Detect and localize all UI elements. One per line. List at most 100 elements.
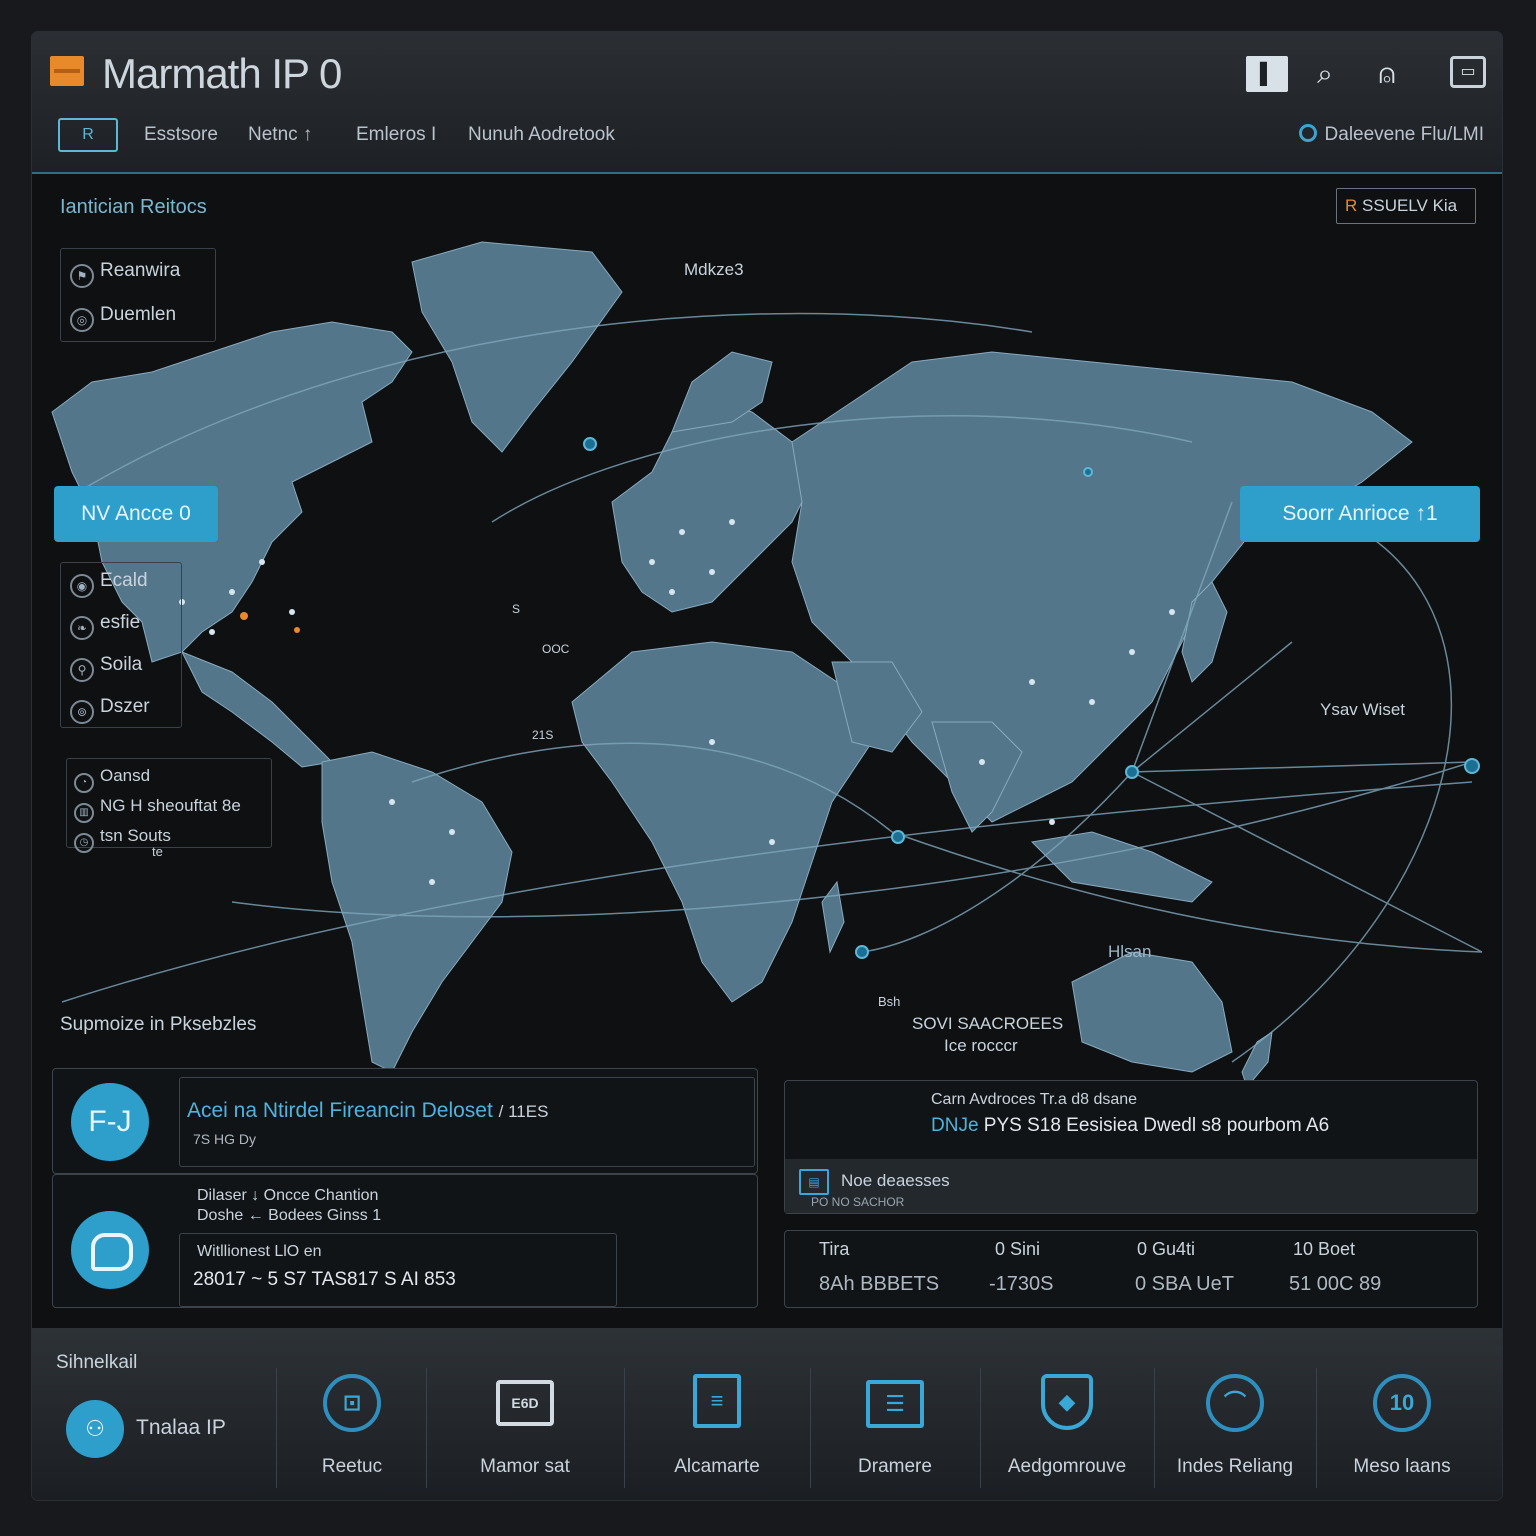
search-icon[interactable]: ⌕ [1304,56,1346,92]
madagascar-shape [821,880,845,954]
map-label-bottom-title: SOVI SAACROEES [912,1014,1064,1033]
greenland-shape [411,241,623,453]
tool-indes-reliang[interactable]: ⌒ Indes Reliang [1154,1368,1317,1488]
pin-icon: ⚲ [70,658,94,682]
map-label-bottom-sub: Ice rocccr [944,1036,1018,1055]
chart-icon: ⚇ [66,1400,124,1458]
lower-legend-suffix: te [152,844,163,859]
new-zealand-shape [1241,1030,1273,1082]
eye-icon: ◉ [70,574,94,598]
legend-item-reanwira[interactable]: ⚑ Reanwira [70,260,180,288]
highlight-dots [240,612,300,633]
australia-shape [1071,951,1233,1073]
panel-right-strip-sub: PO NO SACHOR [811,1195,905,1209]
monitor-icon: E6D [496,1380,554,1426]
app-window: Marmath IP 0 ▌ ⌕ ⍝ ▭ R Esstsore Netnc ↑ … [32,32,1502,1500]
globe-icon: ◎ [70,308,94,332]
africa-shape [571,641,873,1003]
legend-item-dszer[interactable]: ⊚ Dszer [70,696,150,724]
panel-left-bottom-line2: Doshe ← Bodees Ginss 1 [197,1207,382,1224]
panel-left-top-title[interactable]: Acei na Ntirdel Fireancin Deloset / 11ES [187,1099,548,1123]
bottom-toolbar: Sihnelkail ⚇ Tnalaa IP ⊡ Reetuc E6D Mamo… [32,1328,1502,1500]
stats-value-3: 0 SBA UeT [1135,1273,1234,1295]
bottom-toolbar-title: Sihnelkail [56,1352,138,1373]
chart-icon: ▥ [74,803,94,823]
account-status-icon [1298,124,1317,142]
stats-header-1: Tira [819,1239,850,1259]
asia-shape [791,351,1413,823]
stats-header-2: 0 Sini [995,1239,1041,1259]
panel-right-strip[interactable]: ▤ Noe deaesses PO NO SACHOR [785,1159,1477,1213]
chat-icon[interactable] [71,1211,149,1289]
stats-header-3: 0 Gu4ti [1137,1239,1196,1259]
window-icon[interactable]: ▭ [1450,56,1486,88]
gauge-icon: 10 [1373,1374,1431,1432]
tool-reetuc[interactable]: ⊡ Reetuc [278,1368,427,1488]
map-label-australia: Hlsan [1108,942,1152,961]
nav-item-2[interactable]: Netnc ↑ [248,124,312,146]
tool-dramere[interactable]: ☰ Dramere [810,1368,981,1488]
clipboard-icon: ⊡ [323,1374,381,1432]
europe-shape [611,401,813,613]
stats-value-4: 51 00C 89 [1289,1273,1382,1295]
legend-item-sheouftat[interactable]: ▥ NG H sheouftat 8e [74,796,241,823]
nav-badge[interactable]: R [58,118,118,152]
leaf-icon: ❧ [70,616,94,640]
legend-item-soila[interactable]: ⚲ Soila [70,654,142,682]
app-logo-icon [50,56,84,86]
panel-right-line2: DNJe PYS S18 Eesisiea Dwedl s8 pourbom A… [931,1115,1330,1136]
legend-item-esfie[interactable]: ❧ esfie [70,612,140,640]
left-action-button[interactable]: NV Ancce 0 [54,486,218,542]
target-icon: ⊚ [70,700,94,724]
right-action-button[interactable]: Soorr Anrioce ↑1 [1240,486,1480,542]
map-label-bottom-small: Bsh [878,994,901,1009]
panel-left-bottom-line1: Dilaser ↓ Oncce Chantion [197,1187,379,1204]
nav-item-1[interactable]: Esstsore [144,124,218,146]
nav-item-4[interactable]: Nunuh Aodretook [468,124,615,146]
india-shape [931,721,1023,833]
legend-item-ecald[interactable]: ◉ Ecald [70,570,148,598]
tool-mamor-sat[interactable]: E6D Mamor sat [426,1368,625,1488]
legend-item-duemlen[interactable]: ◎ Duemlen [70,304,176,332]
user-icon[interactable]: ⍝ [1366,56,1408,92]
stats-header-4: 10 Boet [1293,1239,1356,1259]
panel-left-bottom-inner-label: Witllionest LlO en [197,1243,322,1260]
panel-left-top: F-J Acei na Ntirdel Fireancin Deloset / … [52,1068,758,1174]
map-label-right: Ysav Wiset [1320,700,1406,719]
stats-value-2: -1730S [989,1273,1054,1295]
tool-alcamarte[interactable]: ≡ Alcamarte [624,1368,811,1488]
document-icon: ≡ [693,1374,741,1428]
window-icon: ☰ [866,1380,924,1428]
flag-icon: ⚑ [70,264,94,288]
folder-icon: ▤ [799,1169,829,1195]
map-label-bottom-left: Supmoize in Pksebzles [60,1014,257,1035]
account-menu[interactable]: Daleevene Flu/LMI [1298,124,1484,146]
shield-icon: ◆ [1041,1374,1093,1430]
map-label-atlantic: S [512,602,521,616]
panel-left-bottom: Dilaser ↓ Oncce Chantion Doshe ← Bodees … [52,1174,758,1308]
map-label-africa-w: OOC [542,642,570,656]
tool-tnalaa-label: Tnalaa IP [136,1416,226,1439]
panel-left-top-subtitle: 7S HG Dy [193,1131,257,1147]
nav-item-3[interactable]: Emleros I [356,124,436,146]
sidebar-toggle-icon[interactable]: ▌ [1246,56,1288,92]
stats-value-1: 8Ah BBBETS [819,1273,940,1295]
tool-meso-laans[interactable]: 10 Meso laans [1316,1368,1488,1488]
panel-right-line1: Carn Avdroces Tr.a d8 dsane [931,1091,1138,1108]
stats-table: Tira 0 Sini 0 Gu4ti 10 Boet 8Ah BBBETS -… [784,1230,1478,1308]
indonesia-shape [1030,831,1213,903]
account-label: Daleevene Flu/LMI [1324,124,1484,145]
tool-aedgomrouve[interactable]: ◆ Aedgomrouve [980,1368,1155,1488]
panel-right: Carn Avdroces Tr.a d8 dsane DNJe PYS S18… [784,1080,1478,1214]
panel-left-bottom-inner-value: 28017 ~ 5 S7 TAS817 S AI 853 [193,1269,456,1290]
ticket-icon[interactable]: F-J [71,1083,149,1161]
map-label-africa-s: 21S [532,728,554,742]
world-map[interactable] [32,182,1502,1082]
map-label-top: Mdkze3 [684,260,744,279]
title-bar: Marmath IP 0 ▌ ⌕ ⍝ ▭ R Esstsore Netnc ↑ … [32,32,1502,174]
gauge-icon: ⌒ [1206,1374,1264,1432]
bell-icon: ◔ [74,773,94,793]
panel-right-strip-label: Noe deaesses [841,1171,950,1190]
clock-icon: ◷ [74,833,94,853]
legend-item-oansd[interactable]: ◔ Oansd [74,766,150,793]
